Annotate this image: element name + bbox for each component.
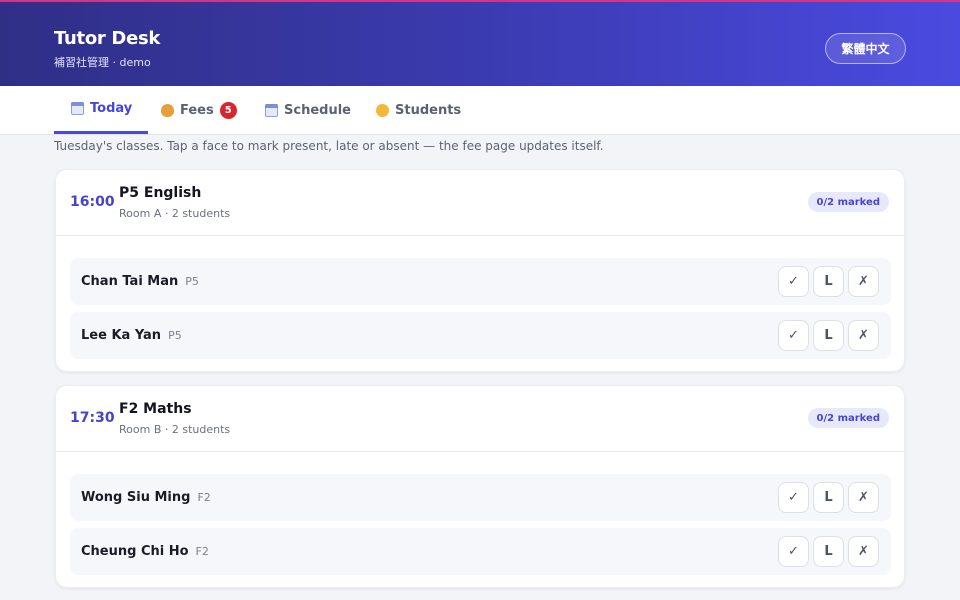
mark-absent-button[interactable]: ✗ [848,482,879,513]
app-header: Tutor Desk 補習社管理 · demo 繁體中文 [0,0,960,86]
student-grade: P5 [168,329,182,342]
student-row: Lee Ka Yan P5 ✓ L ✗ [70,312,891,359]
mark-late-button[interactable]: L [813,482,844,513]
app-subtitle: 補習社管理 · demo [54,56,151,69]
class-time: 17:30 [70,410,115,426]
tab-label: Today [90,101,133,116]
tab-students[interactable]: Students [359,86,477,134]
student-name: Cheung Chi Ho [81,544,189,559]
fees-count-badge: 5 [219,101,237,119]
page-hint: Tuesday's classes. Tap a face to mark pr… [54,139,604,153]
mark-absent-button[interactable]: ✗ [848,266,879,297]
calendar-icon [264,103,278,117]
mark-present-button[interactable]: ✓ [778,320,809,351]
mark-present-button[interactable]: ✓ [778,266,809,297]
student-row: Chan Tai Man P5 ✓ L ✗ [70,258,891,305]
marked-count-badge: 0/2 marked [807,192,889,212]
student-name: Lee Ka Yan [81,328,162,343]
student-grade: F2 [197,491,211,504]
calendar-icon [70,102,84,116]
language-toggle-button[interactable]: 繁體中文 [825,33,906,64]
class-time: 16:00 [70,194,115,210]
face-icon [375,103,389,117]
student-row: Wong Siu Ming F2 ✓ L ✗ [70,474,891,521]
class-meta: Room A · 2 students [119,207,231,220]
app-title: Tutor Desk [54,28,161,49]
class-header: 17:30 F2 Maths Room B · 2 students 0/2 m… [56,386,904,452]
tab-schedule[interactable]: Schedule [248,86,367,134]
money-bag-icon [160,103,174,117]
class-meta: Room B · 2 students [119,423,231,436]
student-name: Wong Siu Ming [81,490,191,505]
class-title: P5 English [119,185,202,201]
tab-today[interactable]: Today [54,86,149,134]
mark-absent-button[interactable]: ✗ [848,536,879,567]
mark-late-button[interactable]: L [813,536,844,567]
tab-label: Students [395,102,462,118]
tab-bar: Today Fees 5 Schedule Students [0,86,960,135]
mark-late-button[interactable]: L [813,266,844,297]
mark-present-button[interactable]: ✓ [778,482,809,513]
student-row: Cheung Chi Ho F2 ✓ L ✗ [70,528,891,575]
tab-fees[interactable]: Fees 5 [144,86,253,134]
mark-late-button[interactable]: L [813,320,844,351]
class-title: F2 Maths [119,401,192,417]
marked-count-badge: 0/2 marked [807,408,889,428]
mark-present-button[interactable]: ✓ [778,536,809,567]
student-grade: P5 [185,275,199,288]
tab-label: Fees [180,102,214,118]
class-card: 16:00 P5 English Room A · 2 students 0/2… [55,169,905,372]
student-grade: F2 [195,545,209,558]
class-card: 17:30 F2 Maths Room B · 2 students 0/2 m… [55,385,905,588]
tab-label: Schedule [284,102,351,118]
student-name: Chan Tai Man [81,274,179,289]
mark-absent-button[interactable]: ✗ [848,320,879,351]
class-header: 16:00 P5 English Room A · 2 students 0/2… [56,170,904,236]
